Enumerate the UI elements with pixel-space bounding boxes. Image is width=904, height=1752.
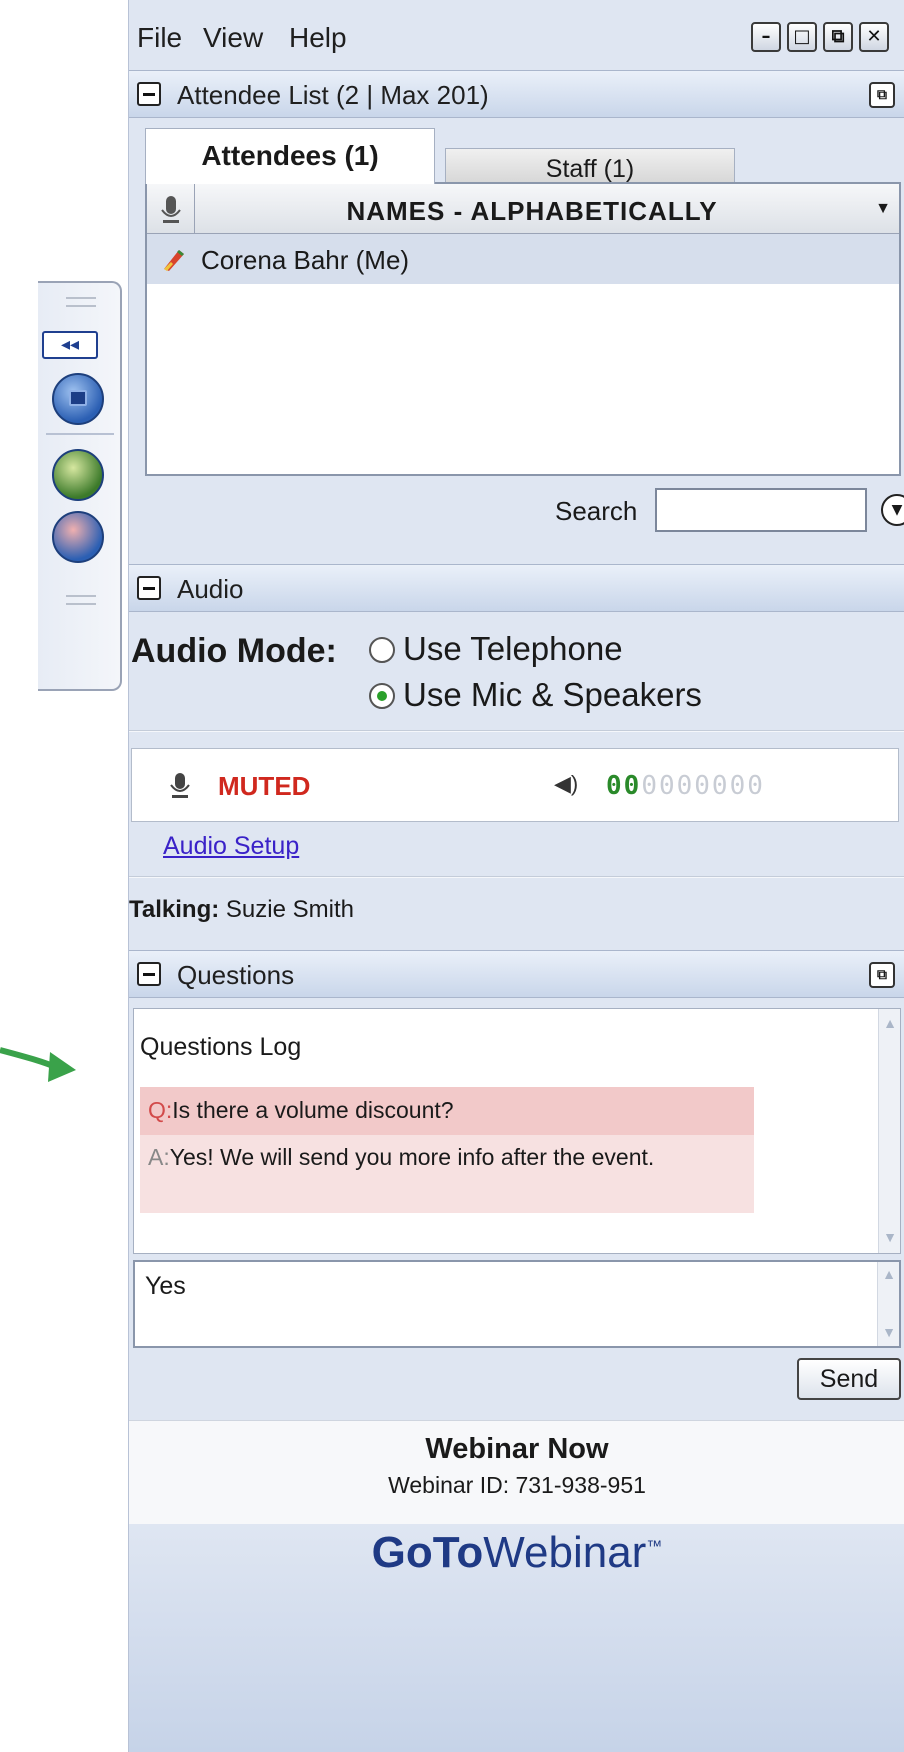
restore-button[interactable]: ⧉	[823, 22, 853, 52]
audio-panel-header: Audio	[129, 564, 904, 612]
telephone-label: Use Telephone	[403, 630, 623, 667]
telephone-radio[interactable]	[369, 637, 395, 663]
pencil-icon	[164, 250, 184, 271]
answer-text: A:Yes! We will send you more info after …	[148, 1141, 748, 1173]
use-telephone-option[interactable]: Use Telephone	[369, 630, 623, 668]
level-active: 00	[606, 771, 642, 801]
questions-log: Questions Log Q:Is there a volume discou…	[133, 1008, 901, 1254]
hand-raise-icon[interactable]	[52, 449, 104, 501]
mic-icon	[161, 196, 181, 223]
collapse-attendee-panel-button[interactable]	[137, 82, 161, 106]
collapse-questions-panel-button[interactable]	[137, 962, 161, 986]
popout-icon[interactable]: ⧉	[869, 82, 895, 108]
side-toolbar: ◂◂	[38, 281, 122, 691]
webinar-footer: Webinar Now Webinar ID: 731-938-951	[129, 1420, 904, 1524]
question: Is there a volume discount?	[172, 1097, 454, 1123]
attendee-table-header: NAMES - ALPHABETICALLY ▼	[147, 184, 899, 234]
popout-icon[interactable]: ⧉	[869, 962, 895, 988]
scroll-down-icon[interactable]: ▼	[880, 1324, 898, 1342]
menu-file[interactable]: File	[137, 22, 182, 54]
question-input-scrollbar[interactable]: ▲ ▼	[877, 1262, 899, 1346]
minimize-button[interactable]: –	[751, 22, 781, 52]
attendee-name: Corena Bahr (Me)	[201, 245, 410, 275]
scroll-down-icon[interactable]: ▼	[881, 1229, 899, 1247]
questions-log-title: Questions Log	[140, 1033, 302, 1061]
screen-share-button[interactable]	[52, 373, 104, 425]
toolbar-separator	[46, 433, 114, 435]
talking-name: Suzie Smith	[225, 896, 354, 923]
answer: Yes! We will send you more info after th…	[169, 1144, 655, 1170]
question-input-value: Yes	[145, 1272, 186, 1300]
audio-panel-title: Audio	[177, 574, 244, 604]
screen-icon	[69, 390, 87, 406]
toolbar-grip-top[interactable]	[66, 297, 96, 307]
questions-log-scrollbar[interactable]: ▲ ▼	[878, 1009, 900, 1253]
talking-indicator: Talking: Suzie Smith	[129, 896, 354, 924]
mic-speakers-radio[interactable]	[369, 683, 395, 709]
webinar-id: Webinar ID: 731-938-951	[388, 1472, 646, 1498]
attendee-panel-header: Attendee List (2 | Max 201) ⧉	[129, 70, 904, 118]
attendee-row[interactable]: Corena Bahr (Me)	[147, 234, 899, 284]
attendee-table: NAMES - ALPHABETICALLY ▼ Corena Bahr (Me…	[145, 182, 901, 476]
logo-goto: GoTo	[371, 1528, 484, 1577]
questions-panel-title: Questions	[177, 960, 295, 990]
restore-icon: ⧉	[831, 26, 845, 47]
scroll-up-icon[interactable]: ▲	[880, 1266, 898, 1284]
speaker-icon[interactable]: ◀)	[554, 771, 578, 797]
question-input[interactable]: Yes ▲ ▼	[133, 1260, 901, 1348]
level-inactive: 0000000	[641, 771, 765, 801]
gotowebinar-logo: GoToWebinar™	[129, 1528, 904, 1578]
maximize-button[interactable]: □	[787, 22, 817, 52]
menu-bar: File View Help – □ ⧉ ✕	[129, 0, 904, 68]
a-prefix: A:	[148, 1144, 170, 1170]
collapse-icon[interactable]: ◂◂	[42, 331, 98, 359]
collapse-audio-panel-button[interactable]	[137, 576, 161, 600]
minimize-icon: –	[761, 26, 771, 47]
talking-label: Talking:	[129, 896, 220, 923]
no-audio-icon[interactable]	[52, 511, 104, 563]
audio-status-bar: MUTED ◀) 000000000	[131, 748, 899, 822]
arrow-icon	[0, 1047, 76, 1082]
divider	[129, 876, 904, 878]
use-mic-speakers-option[interactable]: Use Mic & Speakers	[369, 676, 702, 714]
menu-help[interactable]: Help	[289, 22, 347, 54]
dropdown-icon[interactable]: ▼	[875, 200, 891, 218]
search-label: Search	[555, 496, 638, 526]
webinar-title: Webinar Now	[425, 1433, 609, 1465]
scroll-up-icon[interactable]: ▲	[881, 1015, 899, 1033]
brand-logo: GoToWebinar™	[129, 1524, 904, 1752]
q-prefix: Q:	[148, 1097, 173, 1123]
names-column-header[interactable]: NAMES - ALPHABETICALLY	[195, 196, 869, 227]
toolbar-grip-bottom[interactable]	[66, 595, 96, 605]
tab-attendees[interactable]: Attendees (1)	[145, 128, 435, 184]
search-input[interactable]	[655, 488, 867, 532]
send-button[interactable]: Send	[797, 1358, 901, 1400]
attendee-panel-title: Attendee List (2 | Max 201)	[177, 80, 489, 110]
close-button[interactable]: ✕	[859, 22, 889, 52]
control-panel-window: File View Help – □ ⧉ ✕ Attendee List (2 …	[128, 0, 904, 1752]
divider	[129, 730, 904, 732]
questions-panel-header: Questions ⧉	[129, 950, 904, 998]
audio-level-meter: 000000000	[606, 771, 765, 801]
mic-column-header[interactable]	[147, 184, 195, 234]
audio-mode-label: Audio Mode:	[131, 632, 337, 670]
logo-webinar: Webinar	[483, 1528, 647, 1577]
mic-icon[interactable]	[168, 771, 192, 801]
close-icon: ✕	[866, 26, 882, 47]
logo-tm: ™	[646, 1538, 663, 1556]
audio-setup-link[interactable]: Audio Setup	[163, 832, 299, 861]
question-text: Q:Is there a volume discount?	[140, 1087, 754, 1135]
menu-view[interactable]: View	[203, 22, 263, 54]
maximize-icon: □	[793, 26, 811, 47]
question-entry: Q:Is there a volume discount? A:Yes! We …	[140, 1087, 754, 1213]
mic-speakers-label: Use Mic & Speakers	[403, 676, 702, 713]
search-options-icon[interactable]: ▼	[881, 494, 904, 526]
mute-status[interactable]: MUTED	[218, 771, 310, 802]
